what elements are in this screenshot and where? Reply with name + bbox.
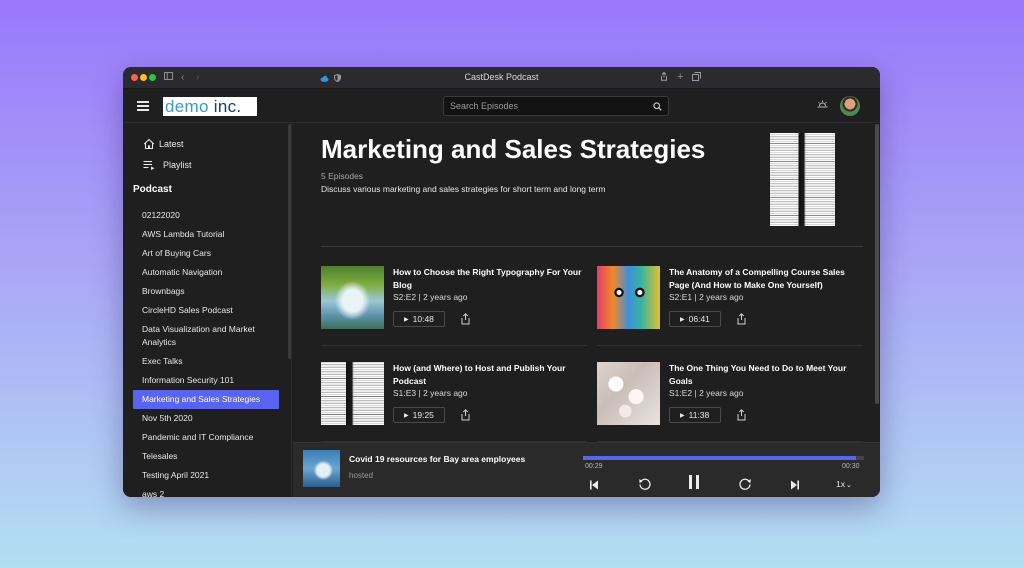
episode-thumbnail[interactable] xyxy=(597,362,660,425)
episode-duration: 06:41 xyxy=(688,314,710,324)
app-header: demo inc. xyxy=(123,89,880,123)
play-episode-button[interactable]: ▶ 06:41 xyxy=(669,311,721,327)
play-icon: ▶ xyxy=(680,413,685,419)
skip-next-icon[interactable] xyxy=(790,477,800,493)
podcast-list: 02122020 AWS Lambda Tutorial Art of Buying… xyxy=(133,206,279,497)
card-separator xyxy=(321,345,587,346)
skip-previous-icon[interactable] xyxy=(589,477,599,493)
playback-speed-select[interactable]: 1x⌄ xyxy=(836,479,852,489)
episode-title[interactable]: How to Choose the Right Typography For Y… xyxy=(393,266,583,291)
search-input[interactable] xyxy=(450,99,640,113)
episode-thumbnail[interactable] xyxy=(597,266,660,329)
pause-icon[interactable] xyxy=(687,474,701,490)
home-icon xyxy=(143,138,155,150)
search-box xyxy=(443,96,669,116)
sidebar-podcast-item[interactable]: Art of Buying Cars xyxy=(133,244,279,263)
tab-overview-icon[interactable] xyxy=(692,72,701,86)
podcast-cover-image xyxy=(770,133,835,226)
play-icon: ▶ xyxy=(404,413,409,419)
share-icon[interactable] xyxy=(736,313,747,325)
sidebar-podcast-item[interactable]: Telesales xyxy=(133,447,279,466)
episode-card[interactable]: The Anatomy of a Compelling Course Sales… xyxy=(597,266,863,358)
share-window-icon[interactable] xyxy=(660,71,668,86)
play-episode-button[interactable]: ▶ 19:25 xyxy=(393,407,445,423)
app-window: ‹ › CastDesk Podcast + demo inc. Search … xyxy=(123,67,880,497)
playlist-icon xyxy=(143,160,155,170)
sidebar-podcast-item[interactable]: Brownbags xyxy=(133,282,279,301)
nav-label-playlist: Playlist xyxy=(163,160,192,170)
main-scrollbar[interactable] xyxy=(875,124,879,404)
progress-bar[interactable] xyxy=(583,456,864,460)
title-bar: ‹ › CastDesk Podcast + xyxy=(123,67,880,89)
audio-player: Covid 19 resources for Bay area employee… xyxy=(293,442,880,497)
play-icon: ▶ xyxy=(404,317,409,323)
sidebar-podcast-item[interactable]: Data Visualization and Market Analytics xyxy=(133,320,279,352)
now-playing-subtitle: hosted xyxy=(349,471,374,480)
logo-text-secondary: inc. xyxy=(213,97,242,116)
episode-duration: 19:25 xyxy=(412,410,434,420)
share-icon[interactable] xyxy=(736,409,747,421)
sidebar-podcast-item[interactable]: Pandemic and IT Compliance xyxy=(133,428,279,447)
podcast-section-title: Podcast xyxy=(133,184,172,195)
episode-title[interactable]: The One Thing You Need to Do to Meet You… xyxy=(669,362,859,387)
playback-speed-value: 1x xyxy=(836,479,845,489)
episode-thumbnail[interactable] xyxy=(321,362,384,425)
nav-label-latest: Latest xyxy=(159,139,184,149)
sidebar-podcast-item[interactable]: Nov 5th 2020 xyxy=(133,409,279,428)
sidebar-podcast-item[interactable]: Automatic Navigation xyxy=(133,263,279,282)
menu-icon[interactable] xyxy=(137,101,149,111)
play-episode-button[interactable]: ▶ 10:48 xyxy=(393,311,445,327)
sidebar-podcast-item[interactable]: Exec Talks xyxy=(133,352,279,371)
sidebar-podcast-item[interactable]: Marketing and Sales Strategies xyxy=(133,389,279,409)
episode-duration: 11:38 xyxy=(688,410,710,420)
search-icon[interactable] xyxy=(653,102,662,111)
episode-title[interactable]: How (and Where) to Host and Publish Your… xyxy=(393,362,583,387)
logo[interactable]: demo inc. xyxy=(163,97,257,116)
episode-meta: S1:E3 | 2 years ago xyxy=(393,388,468,398)
logo-text-primary: demo xyxy=(165,97,209,116)
elapsed-time: 00:29 xyxy=(585,463,603,470)
progress-fill xyxy=(583,456,856,460)
play-episode-button[interactable]: ▶ 11:38 xyxy=(669,407,721,423)
total-time: 00:30 xyxy=(842,463,860,470)
now-playing-title[interactable]: Covid 19 resources for Bay area employee… xyxy=(349,454,525,464)
episode-count: 5 Episodes xyxy=(321,171,364,181)
episode-card[interactable]: The One Thing You Need to Do to Meet You… xyxy=(597,362,863,442)
sunset-icon[interactable] xyxy=(817,100,828,110)
sidebar-podcast-item[interactable]: aws 2 xyxy=(133,485,279,497)
share-icon[interactable] xyxy=(460,313,471,325)
episode-card[interactable]: How to Choose the Right Typography For Y… xyxy=(321,266,587,358)
avatar[interactable] xyxy=(840,96,860,116)
card-separator xyxy=(597,345,863,346)
play-icon: ▶ xyxy=(680,317,685,323)
episode-meta: S2:E2 | 2 years ago xyxy=(393,292,468,302)
episode-meta: S1:E2 | 2 years ago xyxy=(669,388,744,398)
share-icon[interactable] xyxy=(460,409,471,421)
new-tab-icon[interactable]: + xyxy=(677,70,683,84)
rewind-icon[interactable] xyxy=(638,476,651,492)
fast-forward-icon[interactable] xyxy=(739,476,752,492)
page-title: Marketing and Sales Strategies xyxy=(321,134,706,164)
sidebar-scrollbar[interactable] xyxy=(288,124,291,359)
chevron-down-icon: ⌄ xyxy=(845,482,852,489)
sidebar-podcast-item[interactable]: AWS Lambda Tutorial xyxy=(133,225,279,244)
episode-meta: S2:E1 | 2 years ago xyxy=(669,292,744,302)
divider xyxy=(321,246,863,247)
podcast-description: Discuss various marketing and sales stra… xyxy=(321,184,606,194)
sidebar-podcast-item[interactable]: Information Security 101 xyxy=(133,371,279,390)
main-content: Marketing and Sales Strategies 5 Episode… xyxy=(293,124,873,442)
window-title: CastDesk Podcast xyxy=(464,72,539,82)
now-playing-thumbnail[interactable] xyxy=(303,450,340,487)
sidebar-podcast-item[interactable]: CircleHD Sales Podcast xyxy=(133,301,279,320)
sidebar-podcast-item[interactable]: 02122020 xyxy=(133,206,279,225)
episode-card[interactable]: How (and Where) to Host and Publish Your… xyxy=(321,362,587,442)
sidebar-podcast-item[interactable]: Testing April 2021 xyxy=(133,466,279,485)
episode-title[interactable]: The Anatomy of a Compelling Course Sales… xyxy=(669,266,859,291)
episode-thumbnail[interactable] xyxy=(321,266,384,329)
sidebar: Latest Playlist Podcast 02122020 AWS Lamb… xyxy=(123,124,292,497)
episode-duration: 10:48 xyxy=(412,314,434,324)
